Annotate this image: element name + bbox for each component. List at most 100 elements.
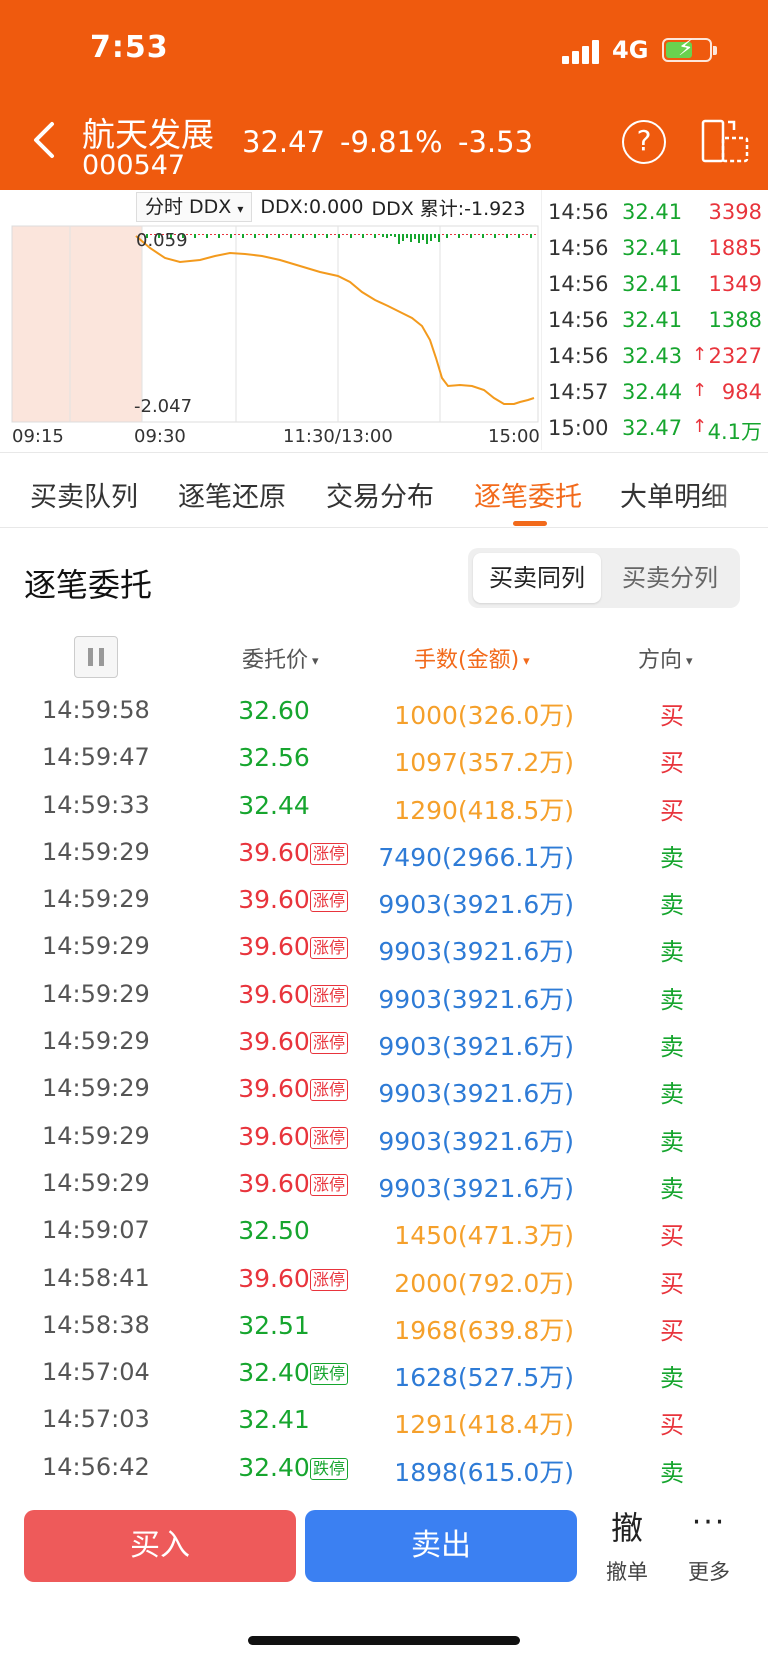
order-price: 39.60 (238, 1168, 310, 1198)
order-time: 14:56:42 (42, 1452, 150, 1481)
tick-price: 32.47 (622, 416, 683, 440)
order-direction: 卖 (660, 891, 684, 920)
ddx-info-bar: 分时 DDX ▾ DDX:0.000 DDX 累计:-1.923 (136, 192, 525, 222)
landscape-switch-button[interactable] (700, 118, 750, 164)
order-direction: 卖 (660, 1080, 684, 1109)
help-button[interactable]: ? (622, 120, 666, 164)
tab-fade (708, 453, 768, 527)
order-time: 14:59:29 (42, 1168, 150, 1197)
help-icon: ? (636, 124, 652, 157)
ddx-bar (190, 234, 192, 235)
ddx-bar (486, 234, 488, 235)
ddx-cumulative-line (135, 235, 535, 405)
order-price: 32.41 (238, 1405, 310, 1435)
ddx-bar (290, 234, 292, 238)
order-time: 14:58:38 (42, 1310, 150, 1339)
tick-list: 14:56 32.41 3398 14:56 32.41 1885 14:56 32.41 13… (542, 196, 768, 448)
order-row: 14:59:29 39.60 涨停 7490(2966.1万) 卖 (0, 830, 768, 877)
tab-order-queue[interactable]: 买卖队列 (30, 475, 138, 514)
more-button[interactable]: ··· 更多 (674, 1508, 744, 1586)
order-time: 14:57:04 (42, 1358, 150, 1387)
back-button[interactable] (26, 118, 66, 162)
ddx-bar (318, 234, 320, 235)
ddx-bar (330, 234, 332, 235)
col-header-volume[interactable]: 手数(金额) ▾ (414, 642, 530, 674)
ddx-bar (454, 234, 456, 235)
tab-order-by-order[interactable]: 逐笔委托 (474, 475, 582, 514)
ddx-bar (438, 234, 440, 242)
tab-trade-distribution[interactable]: 交易分布 (326, 475, 434, 514)
ddx-bar (322, 234, 324, 235)
ddx-bar (410, 234, 412, 242)
order-volume: 2000(792.0万) (394, 1268, 574, 1298)
ddx-bar (266, 234, 268, 238)
order-volume: 1450(471.3万) (394, 1221, 574, 1251)
tick-row: 14:56 32.41 1349 (542, 268, 768, 304)
tick-volume: 1349 (708, 272, 762, 296)
order-volume: 9903(3921.6万) (378, 1032, 574, 1062)
col-header-price[interactable]: 委托价 ▾ (242, 642, 319, 674)
order-time: 14:59:29 (42, 1027, 150, 1056)
ddx-bar (358, 234, 360, 235)
ddx-bar (370, 234, 372, 235)
stock-header: 7:53 4G ⚡ 航天发展 000547 32.47 -9.81% -3.53… (0, 0, 768, 190)
caret-down-icon: ▾ (523, 653, 530, 669)
limit-badge: 涨停 (310, 890, 349, 913)
order-direction: 卖 (660, 985, 684, 1014)
order-volume: 1291(418.4万) (394, 1410, 574, 1440)
tick-volume: 3398 (708, 200, 762, 224)
stock-change-pct: -9.81% (340, 125, 443, 159)
ddx-bar (366, 234, 368, 235)
order-time: 14:59:29 (42, 1074, 150, 1103)
ddx-bar (210, 234, 212, 235)
ddx-bar (394, 234, 396, 237)
order-time: 14:59:29 (42, 932, 150, 961)
order-price: 32.60 (238, 696, 310, 725)
pause-button[interactable] (74, 636, 118, 678)
order-row: 14:59:47 32.56 1097(357.2万) 买 (0, 735, 768, 782)
x-label-midday: 11:30/13:00 (283, 426, 393, 447)
tick-time: 15:00 (548, 416, 609, 440)
order-volume: 1968(639.8万) (394, 1315, 574, 1345)
order-row: 14:59:07 32.50 1450(471.3万) 买 (0, 1208, 768, 1255)
tick-price: 32.43 (622, 344, 683, 368)
tick-time: 14:57 (548, 380, 609, 404)
indicator-dropdown[interactable]: 分时 DDX ▾ (136, 192, 253, 222)
tick-row: 14:56 32.43 ↑ 2327 (542, 340, 768, 376)
order-direction: 卖 (660, 1033, 684, 1062)
mode-same-column[interactable]: 买卖同列 (473, 553, 601, 603)
cancel-order-button[interactable]: 撤 撤单 (592, 1508, 662, 1586)
intraday-chart[interactable]: 分时 DDX ▾ DDX:0.000 DDX 累计:-1.923 0.059 -2… (0, 190, 542, 450)
ddx-bar (310, 234, 312, 235)
order-price: 39.60 (238, 885, 310, 915)
ddx-bar (458, 234, 460, 238)
ddx-bar (214, 234, 216, 235)
order-direction: 买 (660, 702, 684, 730)
col-header-direction[interactable]: 方向 ▾ (638, 642, 693, 674)
caret-down-icon: ▾ (686, 653, 693, 669)
ddx-bar (274, 234, 276, 235)
buy-button[interactable]: 买入 (24, 1510, 296, 1582)
order-volume: 9903(3921.6万) (378, 1173, 574, 1203)
ddx-bar (534, 234, 536, 235)
tick-volume: 1885 (708, 236, 762, 260)
sell-button[interactable]: 卖出 (305, 1510, 577, 1582)
tick-up-arrow-icon: ↑ (692, 416, 708, 437)
tab-trade-replay[interactable]: 逐笔还原 (178, 475, 286, 514)
ddx-bar (230, 234, 232, 238)
ddx-chart-svg (11, 190, 542, 450)
mode-split-column[interactable]: 买卖分列 (606, 553, 734, 603)
ddx-bar (462, 234, 464, 235)
order-time: 14:59:07 (42, 1216, 150, 1245)
tick-time: 14:56 (548, 308, 609, 332)
order-row: 14:59:29 39.60 涨停 9903(3921.6万) 卖 (0, 1114, 768, 1161)
ddx-bar (498, 234, 500, 235)
tick-row: 14:56 32.41 3398 (542, 196, 768, 232)
tab-bar: 买卖队列 逐笔还原 交易分布 逐笔委托 大单明细 (0, 452, 768, 528)
ddx-bar (222, 234, 224, 235)
order-price: 32.40 (238, 1358, 310, 1388)
tick-row: 14:57 32.44 ↑ 984 (542, 376, 768, 412)
ddx-bar (522, 234, 524, 235)
order-price: 39.60 (238, 1027, 310, 1057)
order-row: 14:59:29 39.60 涨停 9903(3921.6万) 卖 (0, 1066, 768, 1113)
